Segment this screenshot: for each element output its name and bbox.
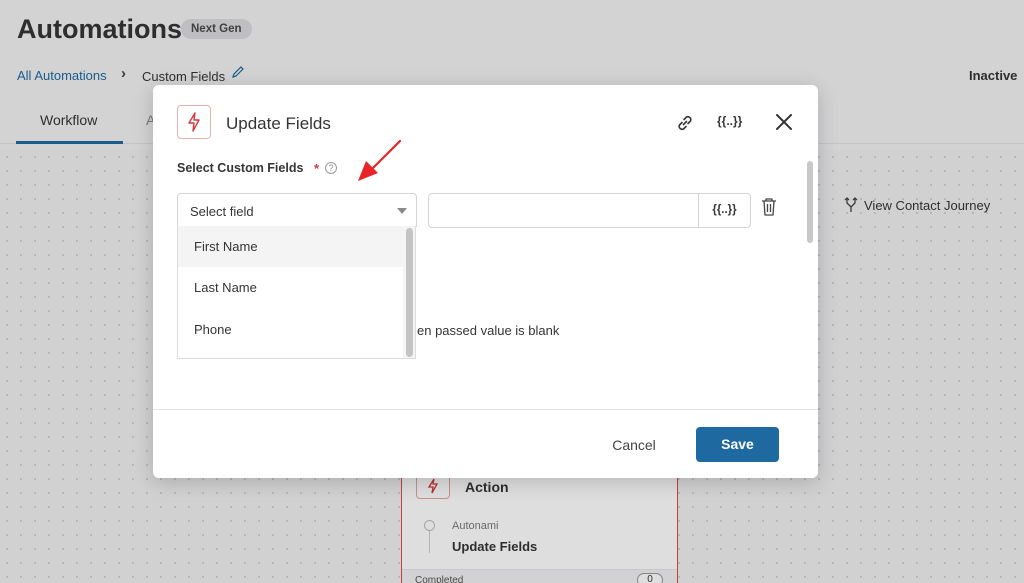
required-asterisk: * [314, 161, 320, 176]
value-merge-tag-button[interactable]: {{..}} [698, 193, 751, 228]
help-icon[interactable]: ? [325, 162, 337, 174]
modal-scroll-thumb[interactable] [807, 161, 813, 243]
caret-down-icon [397, 208, 407, 214]
select-placeholder: Select field [190, 204, 254, 219]
bolt-icon [177, 105, 211, 139]
close-icon[interactable] [774, 112, 794, 132]
modal-title: Update Fields [226, 114, 331, 133]
cancel-button[interactable]: Cancel [593, 430, 675, 460]
option-last-name[interactable]: Last Name [178, 267, 404, 308]
option-phone[interactable]: Phone [178, 309, 404, 350]
custom-field-select[interactable]: Select field [177, 193, 417, 227]
field-options-dropdown: First Name Last Name Phone [177, 226, 416, 359]
trash-icon[interactable] [760, 197, 778, 217]
annotation-arrow-icon [358, 139, 402, 181]
update-fields-modal: Update Fields {{..}} Select Custom Field… [153, 85, 818, 478]
dropdown-scroll-thumb[interactable] [406, 228, 413, 357]
link-icon[interactable] [674, 112, 696, 134]
blank-value-hint: en passed value is blank [417, 323, 560, 338]
option-first-name[interactable]: First Name [178, 226, 404, 267]
modal-footer-divider [153, 409, 818, 410]
save-button[interactable]: Save [696, 427, 779, 462]
merge-tags-button[interactable]: {{..}} [717, 114, 742, 128]
select-custom-fields-label: Select Custom Fields [177, 161, 304, 175]
field-value-input[interactable] [428, 193, 699, 228]
